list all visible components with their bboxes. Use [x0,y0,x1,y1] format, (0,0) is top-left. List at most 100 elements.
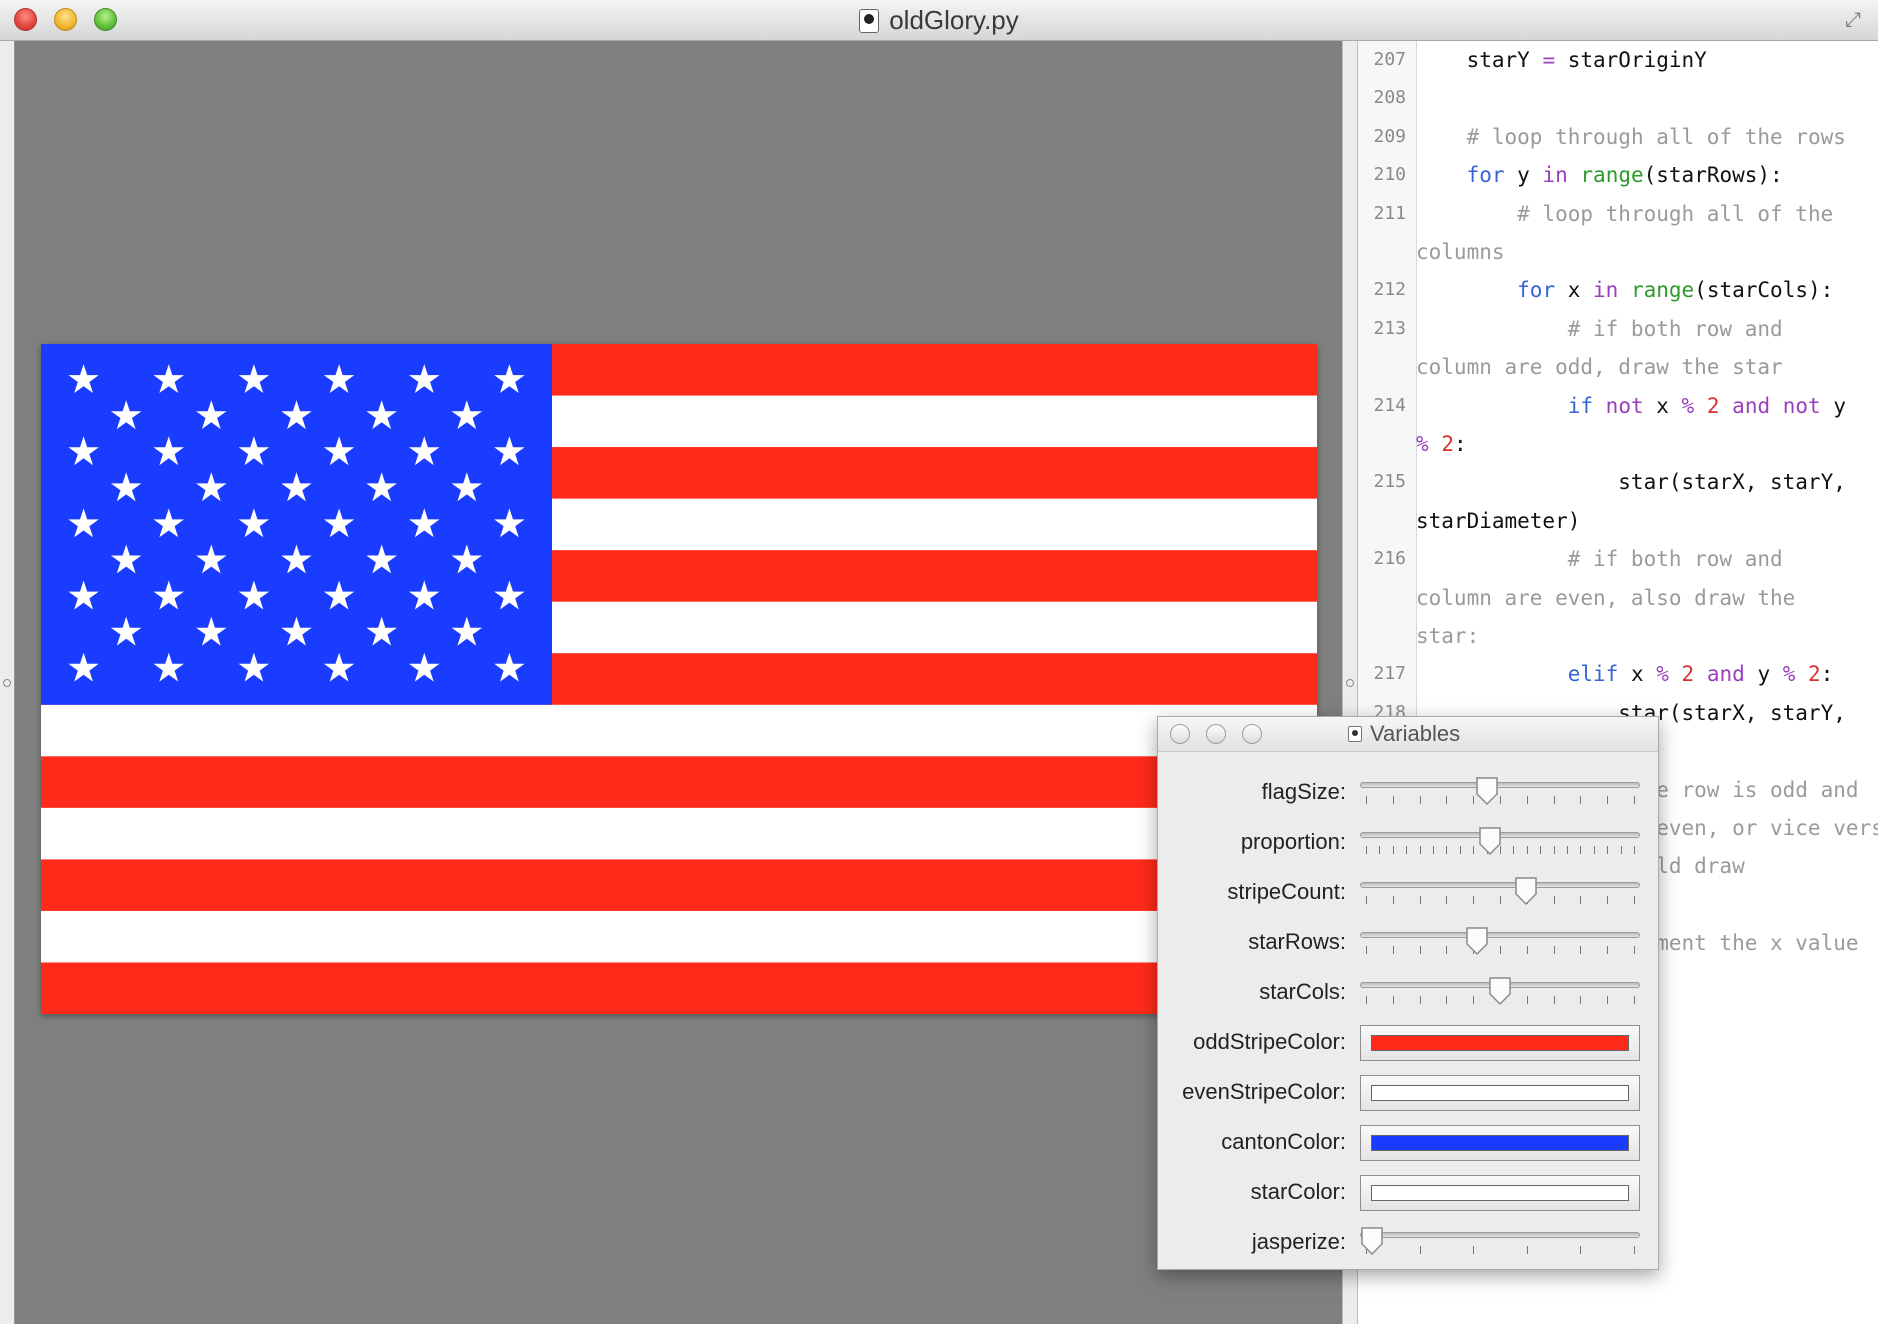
variable-slider[interactable] [1360,926,1640,958]
slider-tick [1446,946,1448,954]
slider-tick [1473,846,1475,854]
slider-tick [1553,946,1555,954]
slider-tick [1526,996,1528,1004]
code-line: column are even, also draw the [1358,579,1878,617]
variable-label: jasperize: [1251,1229,1346,1254]
variable-row: jasperize: [1158,1217,1658,1267]
slider-tick [1634,1246,1635,1254]
slider-tick [1634,846,1635,854]
slider-tick [1366,896,1367,904]
slider-tick [1580,846,1582,854]
slider-tick [1473,896,1475,904]
slider-tick [1473,796,1475,804]
slider-track[interactable] [1360,1232,1640,1238]
slider-tick [1406,846,1408,854]
slider-thumb[interactable] [1478,826,1502,856]
line-number: 210 [1373,164,1406,186]
color-well[interactable] [1360,1025,1640,1061]
code-line: 212 for x in range(starCols): [1358,271,1878,309]
slider-tick [1366,846,1367,854]
color-well[interactable] [1360,1075,1640,1111]
variable-slider[interactable] [1360,876,1640,908]
slider-tick [1419,896,1421,904]
slider-track[interactable] [1360,932,1640,938]
flag-stripe [41,859,1317,912]
line-number: 207 [1373,49,1406,70]
slider-tick [1433,846,1434,854]
slider-track[interactable] [1360,882,1640,888]
color-well[interactable] [1360,1125,1640,1161]
slider-tick [1473,996,1475,1004]
code-line: 211 # loop through all of the [1358,195,1878,233]
slider-tick [1526,796,1528,804]
code-line: 207 starY = starOriginY [1358,41,1878,79]
fullscreen-icon[interactable]: ⤢ [1842,9,1864,31]
variable-label: evenStripeColor: [1182,1079,1346,1104]
slider-tick [1500,796,1501,804]
code-line: star: [1358,617,1878,655]
panel-close-button[interactable] [1170,724,1190,744]
line-number: 212 [1373,279,1406,301]
slider-tick [1392,946,1394,954]
slider-thumb[interactable] [1514,876,1538,906]
panel-title-group: Variables [1348,717,1460,751]
slider-tick [1526,1246,1528,1254]
variable-row: stripeCount: [1158,867,1658,917]
code-text: column are odd, draw the star [1416,355,1783,380]
variable-slider[interactable] [1360,776,1640,808]
slider-thumb[interactable] [1360,1226,1384,1256]
code-text: column are even, also draw the [1416,585,1796,610]
window-title-group: oldGlory.py [0,0,1878,41]
slider-thumb[interactable] [1488,976,1512,1006]
variable-label: stripeCount: [1227,879,1346,904]
flag-canton [41,344,552,705]
slider-tick [1634,896,1635,904]
slider-tick [1580,896,1582,904]
slider-tick [1500,896,1501,904]
code-text: elif x % 2 and y % 2: [1567,662,1834,687]
slider-tick [1526,946,1528,954]
code-line: % 2: [1358,425,1878,463]
slider-tick [1366,996,1367,1004]
slider-ticks [1366,1246,1635,1254]
color-well[interactable] [1360,1175,1640,1211]
color-swatch [1371,1085,1629,1101]
code-text: columns [1416,240,1505,264]
code-line: 217 elif x % 2 and y % 2: [1358,655,1878,693]
slider-tick [1526,846,1528,854]
editor-split-handle-icon[interactable] [1346,679,1354,687]
slider-thumb[interactable] [1475,776,1499,806]
variable-slider[interactable] [1360,826,1640,858]
slider-tick [1419,996,1421,1004]
slider-tick [1366,796,1367,804]
variable-slider[interactable] [1360,976,1640,1008]
slider-thumb[interactable] [1465,926,1489,956]
slider-track[interactable] [1360,782,1640,788]
code-text: % 2: [1416,432,1467,456]
variable-slider[interactable] [1360,1226,1640,1258]
code-text: for x in range(starCols): [1517,278,1834,303]
code-text: star(starX, starY, [1416,470,1846,495]
slider-tick [1500,946,1501,954]
panel-zoom-button[interactable] [1242,724,1262,744]
variable-label: starColor: [1250,1179,1346,1204]
slider-tick [1419,946,1421,954]
left-split-handle-icon[interactable] [3,679,11,687]
slider-tick [1366,946,1367,954]
slider-tick [1580,1246,1582,1254]
code-line: 213 # if both row and [1358,310,1878,348]
slider-tick [1607,796,1609,804]
slider-tick [1392,846,1394,854]
code-text: starDiameter) [1416,508,1581,533]
slider-tick [1634,996,1635,1004]
slider-tick [1553,846,1555,854]
variable-row: starRows: [1158,917,1658,967]
color-swatch [1371,1185,1629,1201]
code-line: 216 # if both row and [1358,540,1878,578]
slider-tick [1607,846,1609,854]
slider-tick [1634,796,1635,804]
slider-tick [1473,1246,1475,1254]
slider-tick [1553,796,1555,804]
panel-minimize-button[interactable] [1206,724,1226,744]
slider-tick [1446,996,1448,1004]
